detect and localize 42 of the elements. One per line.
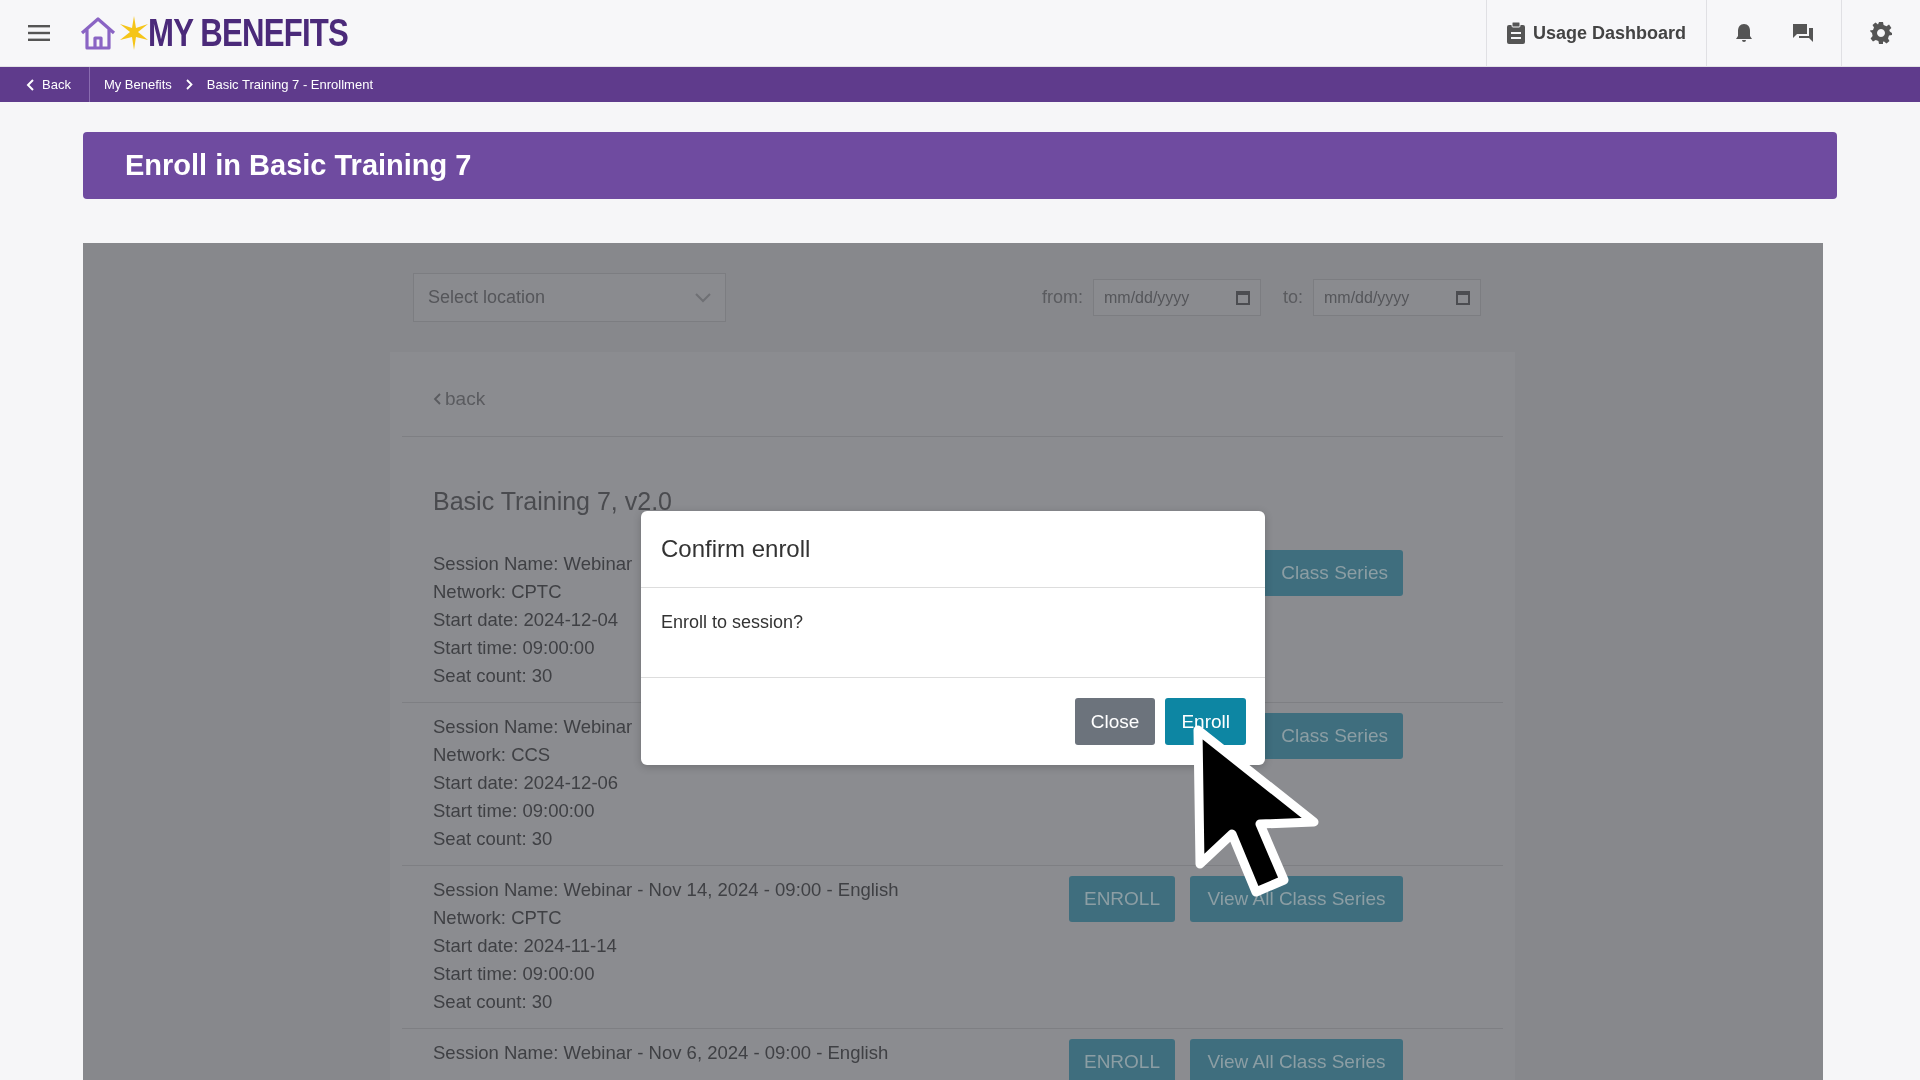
session-detail: Network: CPTC <box>433 906 562 930</box>
session-detail: Session Name: Webinar - Nov 14, 2024 - 09:00 - English <box>433 878 899 902</box>
back-button[interactable]: Back <box>0 67 90 102</box>
session-detail: Session Name: Webinar <box>433 552 633 576</box>
dialog-message: Enroll to session? <box>641 588 1265 678</box>
enroll-button[interactable]: ENROLL <box>1068 876 1175 922</box>
session-detail: Network: CPTC <box>433 580 562 604</box>
view-class-series-button[interactable]: View All Class Series <box>1190 1039 1403 1080</box>
chevron-left-icon <box>433 393 441 405</box>
dialog-title: Confirm enroll <box>641 511 1265 588</box>
chevron-left-icon <box>26 78 34 91</box>
chat-icon[interactable] <box>1793 24 1813 42</box>
session-detail: Seat count: 30 <box>433 827 553 851</box>
session-detail: Session Name: Webinar <box>433 715 633 739</box>
page-title: Enroll in Basic Training 7 <box>125 149 472 182</box>
calendar-icon[interactable] <box>1236 290 1250 305</box>
enroll-button[interactable]: Enroll <box>1165 698 1246 745</box>
menu-icon[interactable] <box>28 25 50 41</box>
clipboard-icon <box>1506 22 1525 44</box>
settings-icon[interactable] <box>1870 22 1892 44</box>
logo-text: MY BENEFITS <box>148 11 348 55</box>
breadcrumb-link[interactable]: Basic Training 7 - Enrollment <box>192 77 387 92</box>
chevron-icon <box>185 79 193 90</box>
enroll-button[interactable]: ENROLL <box>1068 1039 1175 1080</box>
session-detail: Start time: 09:00:00 <box>433 636 595 660</box>
session-detail: Start time: 09:00:00 <box>433 962 595 986</box>
calendar-icon[interactable] <box>1456 290 1470 305</box>
session-detail: Seat count: 30 <box>433 990 553 1014</box>
bell-icon[interactable] <box>1735 23 1753 43</box>
breadcrumb-link[interactable]: My Benefits <box>89 77 186 92</box>
session-detail: Start date: 2024-12-06 <box>433 771 619 795</box>
usage-dashboard-button[interactable]: Usage Dashboard <box>1486 22 1706 44</box>
session-detail: Start time: 09:00:00 <box>433 799 595 823</box>
sun-icon <box>120 16 148 50</box>
session-detail: Session Name: Webinar - Nov 6, 2024 - 09:00 - English <box>433 1041 889 1065</box>
session-detail: Seat count: 30 <box>433 664 553 688</box>
session-detail: Network: CCS <box>433 743 551 767</box>
session-detail: Start date: 2024-12-04 <box>433 608 619 632</box>
session-detail: Start date: 2024-11-14 <box>433 934 617 958</box>
chevron-down-icon <box>695 292 711 303</box>
house-icon <box>78 15 118 51</box>
close-button[interactable]: Close <box>1074 698 1156 745</box>
